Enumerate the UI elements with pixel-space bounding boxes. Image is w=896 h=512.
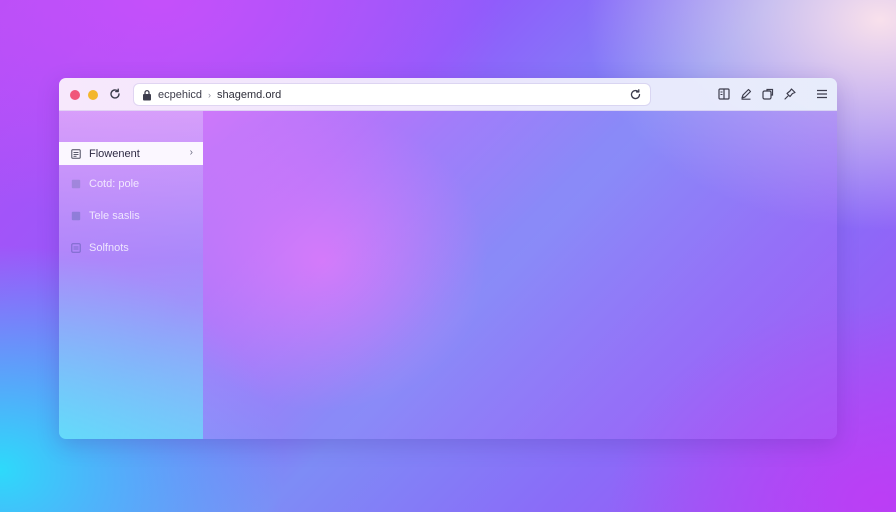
sidebar-item-cotd-pole[interactable]: Cotd: pole [59,172,203,195]
sidebar-item-label: Flowenent [89,147,140,160]
url-host: shagemd.ord [217,88,282,101]
extension-icon[interactable] [761,87,775,101]
close-button[interactable] [70,90,80,100]
sidebar-item-flowenent[interactable]: Flowenent › [59,142,203,165]
lock-icon [143,89,151,100]
url-prefix: ecpehicd [158,88,203,101]
refresh-icon[interactable] [629,88,642,101]
sidebar-item-label: Solfnots [89,241,129,254]
square-icon [71,179,81,188]
reload-icon[interactable] [108,87,122,101]
pin-icon[interactable] [783,87,797,101]
menu-icon[interactable] [815,87,829,101]
sidebar-item-solfnots[interactable]: Solfnots [59,236,203,259]
sidebar-item-label: Cotd: pole [89,177,140,190]
chevron-right-icon: › [189,147,193,158]
minimize-button[interactable] [88,90,98,100]
toolbar-icons [717,87,829,101]
image-icon [71,242,81,253]
square-icon [71,211,81,220]
sidebar-item-label: Tele saslis [89,209,140,222]
document-icon [71,148,81,159]
url-separator: › [208,89,212,100]
browser-window: ecpehicd › shagemd.ord Flowenent › Cotd:… [59,78,837,439]
main-content-area [203,111,837,439]
sidebar: Flowenent › Cotd: pole Tele saslis Solfn… [59,111,203,439]
sidebar-item-tele-saslis[interactable]: Tele saslis [59,204,203,227]
title-bar: ecpehicd › shagemd.ord [59,78,837,111]
address-bar[interactable]: ecpehicd › shagemd.ord [134,84,650,105]
reader-icon[interactable] [717,87,731,101]
edit-icon[interactable] [739,87,753,101]
